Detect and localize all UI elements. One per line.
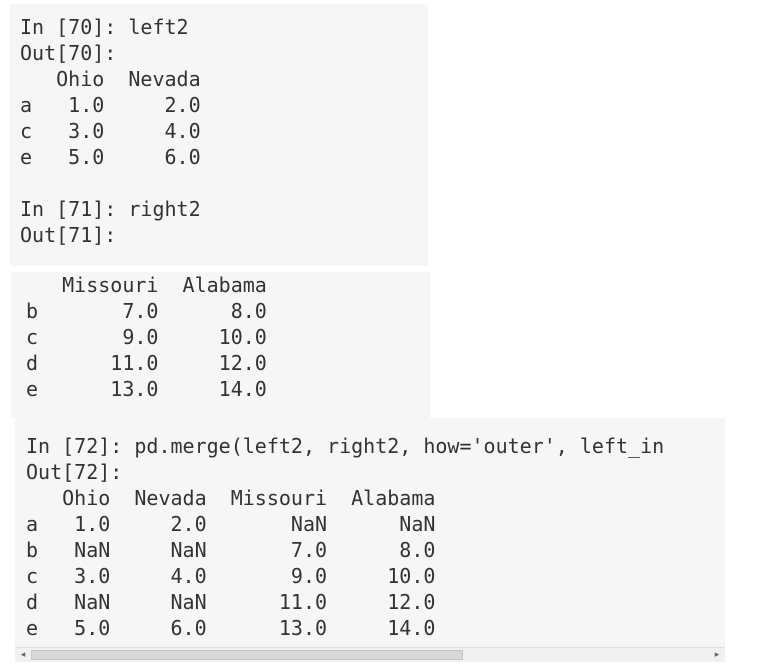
df-row-a: a 1.0 2.0 NaN NaN bbox=[26, 512, 436, 536]
df-row-c: c 9.0 10.0 bbox=[26, 325, 267, 349]
df-row-c: c 3.0 4.0 bbox=[20, 119, 201, 143]
output-cell-71: Missouri Alabama b 7.0 8.0 c 9.0 10.0 d … bbox=[11, 272, 430, 418]
scroll-left-arrow-icon[interactable]: ◂ bbox=[17, 649, 29, 661]
df-row-e: e 5.0 6.0 bbox=[20, 145, 201, 169]
df-header-row: Ohio Nevada bbox=[20, 67, 201, 91]
df-row-d: d NaN NaN 11.0 12.0 bbox=[26, 590, 436, 614]
df-row-e: e 13.0 14.0 bbox=[26, 377, 267, 401]
horizontal-scrollbar[interactable]: ◂ ▸ bbox=[15, 647, 725, 662]
df-row-b: b NaN NaN 7.0 8.0 bbox=[26, 538, 436, 562]
code-cell-70-71: In [70]: left2 Out[70]: Ohio Nevada a 1.… bbox=[10, 4, 428, 266]
df-row-d: d 11.0 12.0 bbox=[26, 351, 267, 375]
input-line-70: In [70]: left2 bbox=[20, 15, 189, 39]
output-prompt-71: Out[71]: bbox=[20, 223, 117, 247]
df-header-row: Missouri Alabama bbox=[26, 273, 267, 297]
df-header-row: Ohio Nevada Missouri Alabama bbox=[26, 486, 436, 510]
output-prompt-72: Out[72]: bbox=[26, 460, 123, 484]
output-prompt-70: Out[70]: bbox=[20, 41, 117, 65]
df-row-a: a 1.0 2.0 bbox=[20, 93, 201, 117]
scrollbar-thumb[interactable] bbox=[31, 650, 463, 660]
df-row-c: c 3.0 4.0 9.0 10.0 bbox=[26, 564, 436, 588]
input-line-72: In [72]: pd.merge(left2, right2, how='ou… bbox=[26, 434, 665, 458]
df-row-b: b 7.0 8.0 bbox=[26, 299, 267, 323]
input-line-71: In [71]: right2 bbox=[20, 197, 201, 221]
df-row-e: e 5.0 6.0 13.0 14.0 bbox=[26, 616, 436, 640]
code-cell-72: In [72]: pd.merge(left2, right2, how='ou… bbox=[15, 418, 725, 662]
scroll-right-arrow-icon[interactable]: ▸ bbox=[711, 649, 723, 661]
